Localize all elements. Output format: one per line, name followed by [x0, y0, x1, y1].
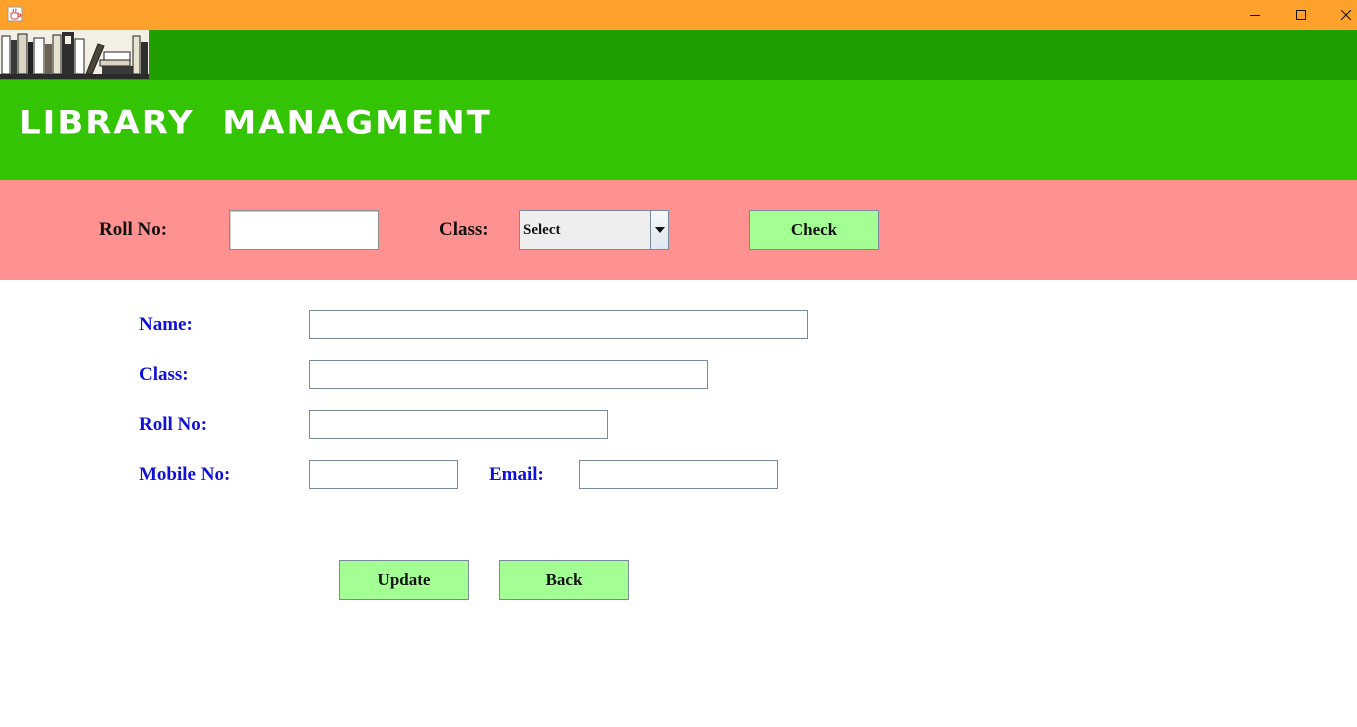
class-select[interactable]: Select	[519, 210, 669, 250]
back-button[interactable]: Back	[499, 560, 629, 600]
class-label: Class:	[139, 364, 189, 385]
name-field[interactable]	[309, 310, 808, 339]
app-title: LIBRARY MANAGMENT	[19, 104, 492, 142]
maximize-button[interactable]	[1278, 0, 1324, 30]
minimize-button[interactable]	[1232, 0, 1278, 30]
maximize-icon	[1295, 9, 1306, 20]
mobile-no-field[interactable]	[309, 460, 458, 489]
close-button[interactable]	[1323, 0, 1357, 30]
class-field[interactable]	[309, 360, 708, 389]
header-strip	[0, 30, 1357, 80]
search-roll-input[interactable]	[229, 210, 379, 250]
email-label: Email:	[489, 464, 544, 485]
search-band	[0, 180, 1357, 280]
check-button[interactable]: Check	[749, 210, 879, 250]
search-roll-label: Roll No:	[99, 219, 168, 240]
mobile-no-label: Mobile No:	[139, 464, 231, 485]
email-field[interactable]	[579, 460, 778, 489]
roll-no-label: Roll No:	[139, 414, 208, 435]
search-class-label: Class:	[439, 219, 489, 240]
close-icon	[1340, 9, 1351, 20]
chevron-down-icon[interactable]	[650, 211, 668, 249]
books-illustration	[0, 30, 149, 79]
minimize-icon	[1249, 14, 1260, 16]
roll-no-field[interactable]	[309, 410, 608, 439]
window-titlebar	[0, 0, 1357, 30]
java-cup-icon	[7, 6, 23, 22]
class-select-value: Select	[523, 222, 561, 238]
name-label: Name:	[139, 314, 193, 335]
update-button[interactable]: Update	[339, 560, 469, 600]
